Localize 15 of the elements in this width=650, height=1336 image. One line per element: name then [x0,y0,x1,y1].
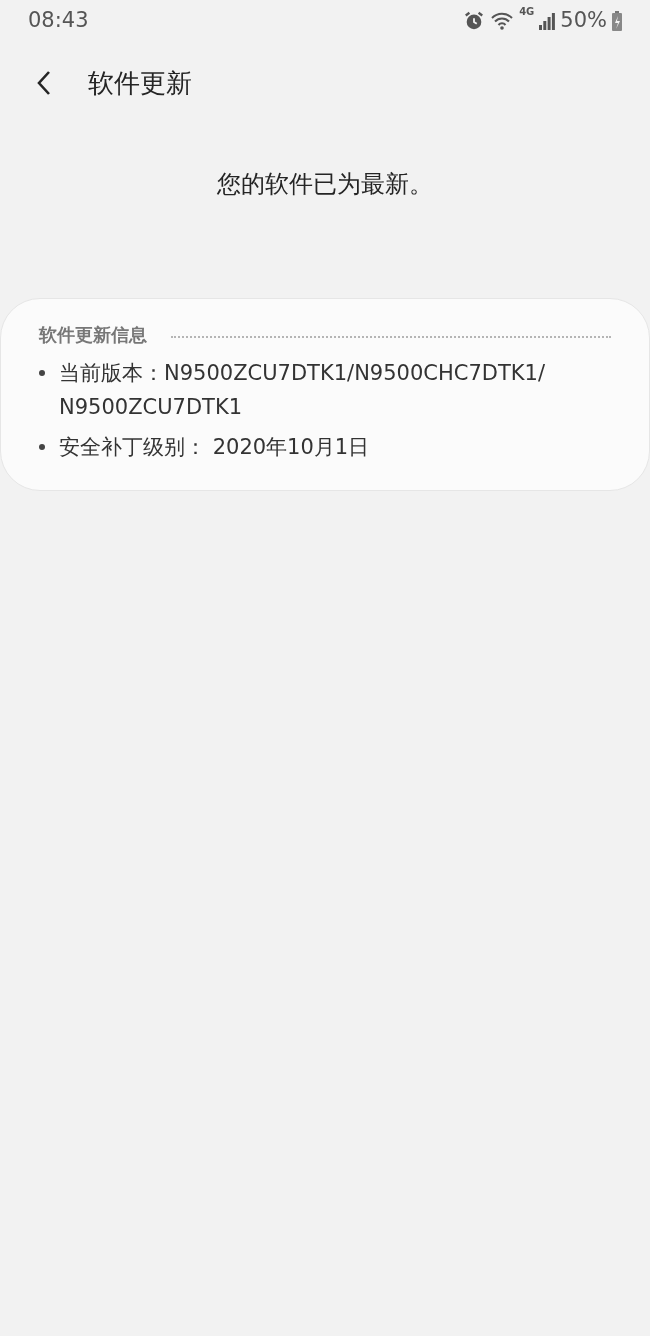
status-time: 08:43 [28,7,89,35]
info-text: 安全补丁级别： 2020年10月1日 [59,434,370,461]
wifi-icon [490,11,515,31]
info-text: 当前版本：N9500ZCU7DTK1/N9500CHC7DTK1/ N9500ZCU7DTK1 [59,360,545,421]
back-icon [36,70,52,96]
network-type: 4G [519,7,535,18]
bullet-icon [39,370,45,376]
status-message: 您的软件已为最新。 [217,169,433,200]
page-title: 软件更新 [88,66,192,100]
battery-icon [612,11,622,31]
signal-icon [539,12,556,30]
card-title: 软件更新信息 [39,323,147,347]
battery-percent: 50% [560,7,607,35]
alarm-icon [463,10,486,32]
bullet-icon [39,444,45,450]
